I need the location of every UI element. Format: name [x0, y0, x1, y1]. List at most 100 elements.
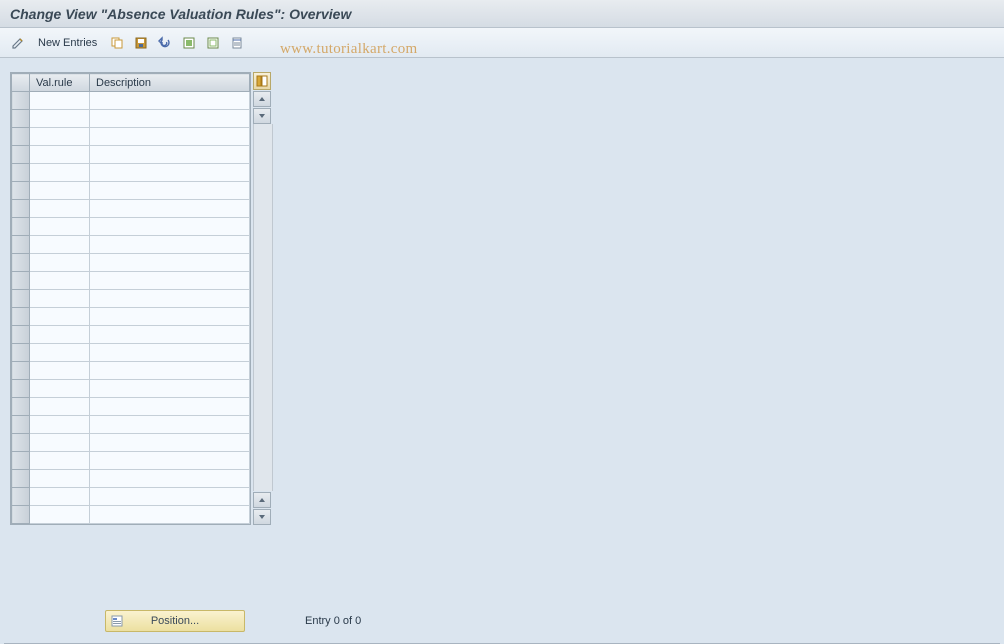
cell-valrule[interactable] — [30, 92, 90, 110]
table-row — [12, 506, 250, 524]
scroll-track[interactable] — [253, 124, 273, 491]
cell-valrule[interactable] — [30, 452, 90, 470]
save-icon[interactable] — [131, 33, 151, 53]
row-selector[interactable] — [12, 290, 30, 308]
row-selector[interactable] — [12, 236, 30, 254]
table-row — [12, 146, 250, 164]
cell-valrule[interactable] — [30, 128, 90, 146]
cell-valrule[interactable] — [30, 380, 90, 398]
cell-description[interactable] — [90, 488, 250, 506]
copy-icon[interactable] — [107, 33, 127, 53]
row-selector[interactable] — [12, 128, 30, 146]
cell-valrule[interactable] — [30, 326, 90, 344]
scroll-up-icon[interactable] — [253, 91, 271, 107]
table-row — [12, 92, 250, 110]
cell-valrule[interactable] — [30, 254, 90, 272]
new-entries-button[interactable]: New Entries — [32, 35, 103, 51]
column-header-description[interactable]: Description — [90, 74, 250, 92]
position-button[interactable]: Position... — [105, 610, 245, 632]
cell-valrule[interactable] — [30, 470, 90, 488]
cell-valrule[interactable] — [30, 218, 90, 236]
select-all-icon[interactable] — [179, 33, 199, 53]
row-selector[interactable] — [12, 182, 30, 200]
row-selector[interactable] — [12, 326, 30, 344]
cell-valrule[interactable] — [30, 272, 90, 290]
cell-valrule[interactable] — [30, 434, 90, 452]
table-row — [12, 308, 250, 326]
row-selector[interactable] — [12, 164, 30, 182]
cell-valrule[interactable] — [30, 506, 90, 524]
table-settings-icon[interactable] — [253, 72, 271, 90]
edit-icon[interactable] — [8, 33, 28, 53]
cell-valrule[interactable] — [30, 344, 90, 362]
row-selector[interactable] — [12, 146, 30, 164]
cell-valrule[interactable] — [30, 416, 90, 434]
cell-description[interactable] — [90, 362, 250, 380]
row-selector[interactable] — [12, 416, 30, 434]
deselect-all-icon[interactable] — [203, 33, 223, 53]
row-selector[interactable] — [12, 344, 30, 362]
cell-description[interactable] — [90, 452, 250, 470]
cell-description[interactable] — [90, 398, 250, 416]
cell-description[interactable] — [90, 272, 250, 290]
position-label: Position... — [151, 615, 199, 627]
page-title: Change View "Absence Valuation Rules": O… — [10, 6, 351, 22]
cell-valrule[interactable] — [30, 182, 90, 200]
column-header-valrule[interactable]: Val.rule — [30, 74, 90, 92]
scroll-down-bottom-icon[interactable] — [253, 509, 271, 525]
cell-description[interactable] — [90, 380, 250, 398]
cell-valrule[interactable] — [30, 200, 90, 218]
cell-description[interactable] — [90, 128, 250, 146]
cell-description[interactable] — [90, 290, 250, 308]
scroll-up-bottom-icon[interactable] — [253, 492, 271, 508]
cell-valrule[interactable] — [30, 398, 90, 416]
cell-description[interactable] — [90, 326, 250, 344]
cell-description[interactable] — [90, 344, 250, 362]
row-selector[interactable] — [12, 380, 30, 398]
cell-valrule[interactable] — [30, 236, 90, 254]
cell-valrule[interactable] — [30, 110, 90, 128]
cell-description[interactable] — [90, 164, 250, 182]
cell-description[interactable] — [90, 146, 250, 164]
cell-description[interactable] — [90, 182, 250, 200]
row-selector[interactable] — [12, 398, 30, 416]
row-selector[interactable] — [12, 272, 30, 290]
row-selector[interactable] — [12, 110, 30, 128]
cell-description[interactable] — [90, 200, 250, 218]
watermark-text: www.tutorialkart.com — [280, 41, 418, 58]
cell-description[interactable] — [90, 434, 250, 452]
row-selector[interactable] — [12, 92, 30, 110]
cell-valrule[interactable] — [30, 146, 90, 164]
row-selector[interactable] — [12, 470, 30, 488]
row-selector-header[interactable] — [12, 74, 30, 92]
cell-description[interactable] — [90, 218, 250, 236]
delete-icon[interactable] — [227, 33, 247, 53]
cell-description[interactable] — [90, 92, 250, 110]
cell-valrule[interactable] — [30, 164, 90, 182]
cell-valrule[interactable] — [30, 290, 90, 308]
cell-description[interactable] — [90, 506, 250, 524]
cell-description[interactable] — [90, 254, 250, 272]
row-selector[interactable] — [12, 254, 30, 272]
row-selector[interactable] — [12, 488, 30, 506]
cell-description[interactable] — [90, 236, 250, 254]
cell-description[interactable] — [90, 470, 250, 488]
cell-valrule[interactable] — [30, 362, 90, 380]
row-selector[interactable] — [12, 200, 30, 218]
cell-valrule[interactable] — [30, 488, 90, 506]
cell-description[interactable] — [90, 110, 250, 128]
row-selector[interactable] — [12, 434, 30, 452]
row-selector[interactable] — [12, 218, 30, 236]
row-selector[interactable] — [12, 506, 30, 524]
cell-description[interactable] — [90, 416, 250, 434]
cell-description[interactable] — [90, 308, 250, 326]
scroll-down-icon[interactable] — [253, 108, 271, 124]
row-selector[interactable] — [12, 362, 30, 380]
position-icon — [110, 614, 124, 628]
table-row — [12, 200, 250, 218]
undo-icon[interactable] — [155, 33, 175, 53]
cell-valrule[interactable] — [30, 308, 90, 326]
row-selector[interactable] — [12, 308, 30, 326]
table-container: Val.rule Description — [10, 72, 273, 525]
row-selector[interactable] — [12, 452, 30, 470]
